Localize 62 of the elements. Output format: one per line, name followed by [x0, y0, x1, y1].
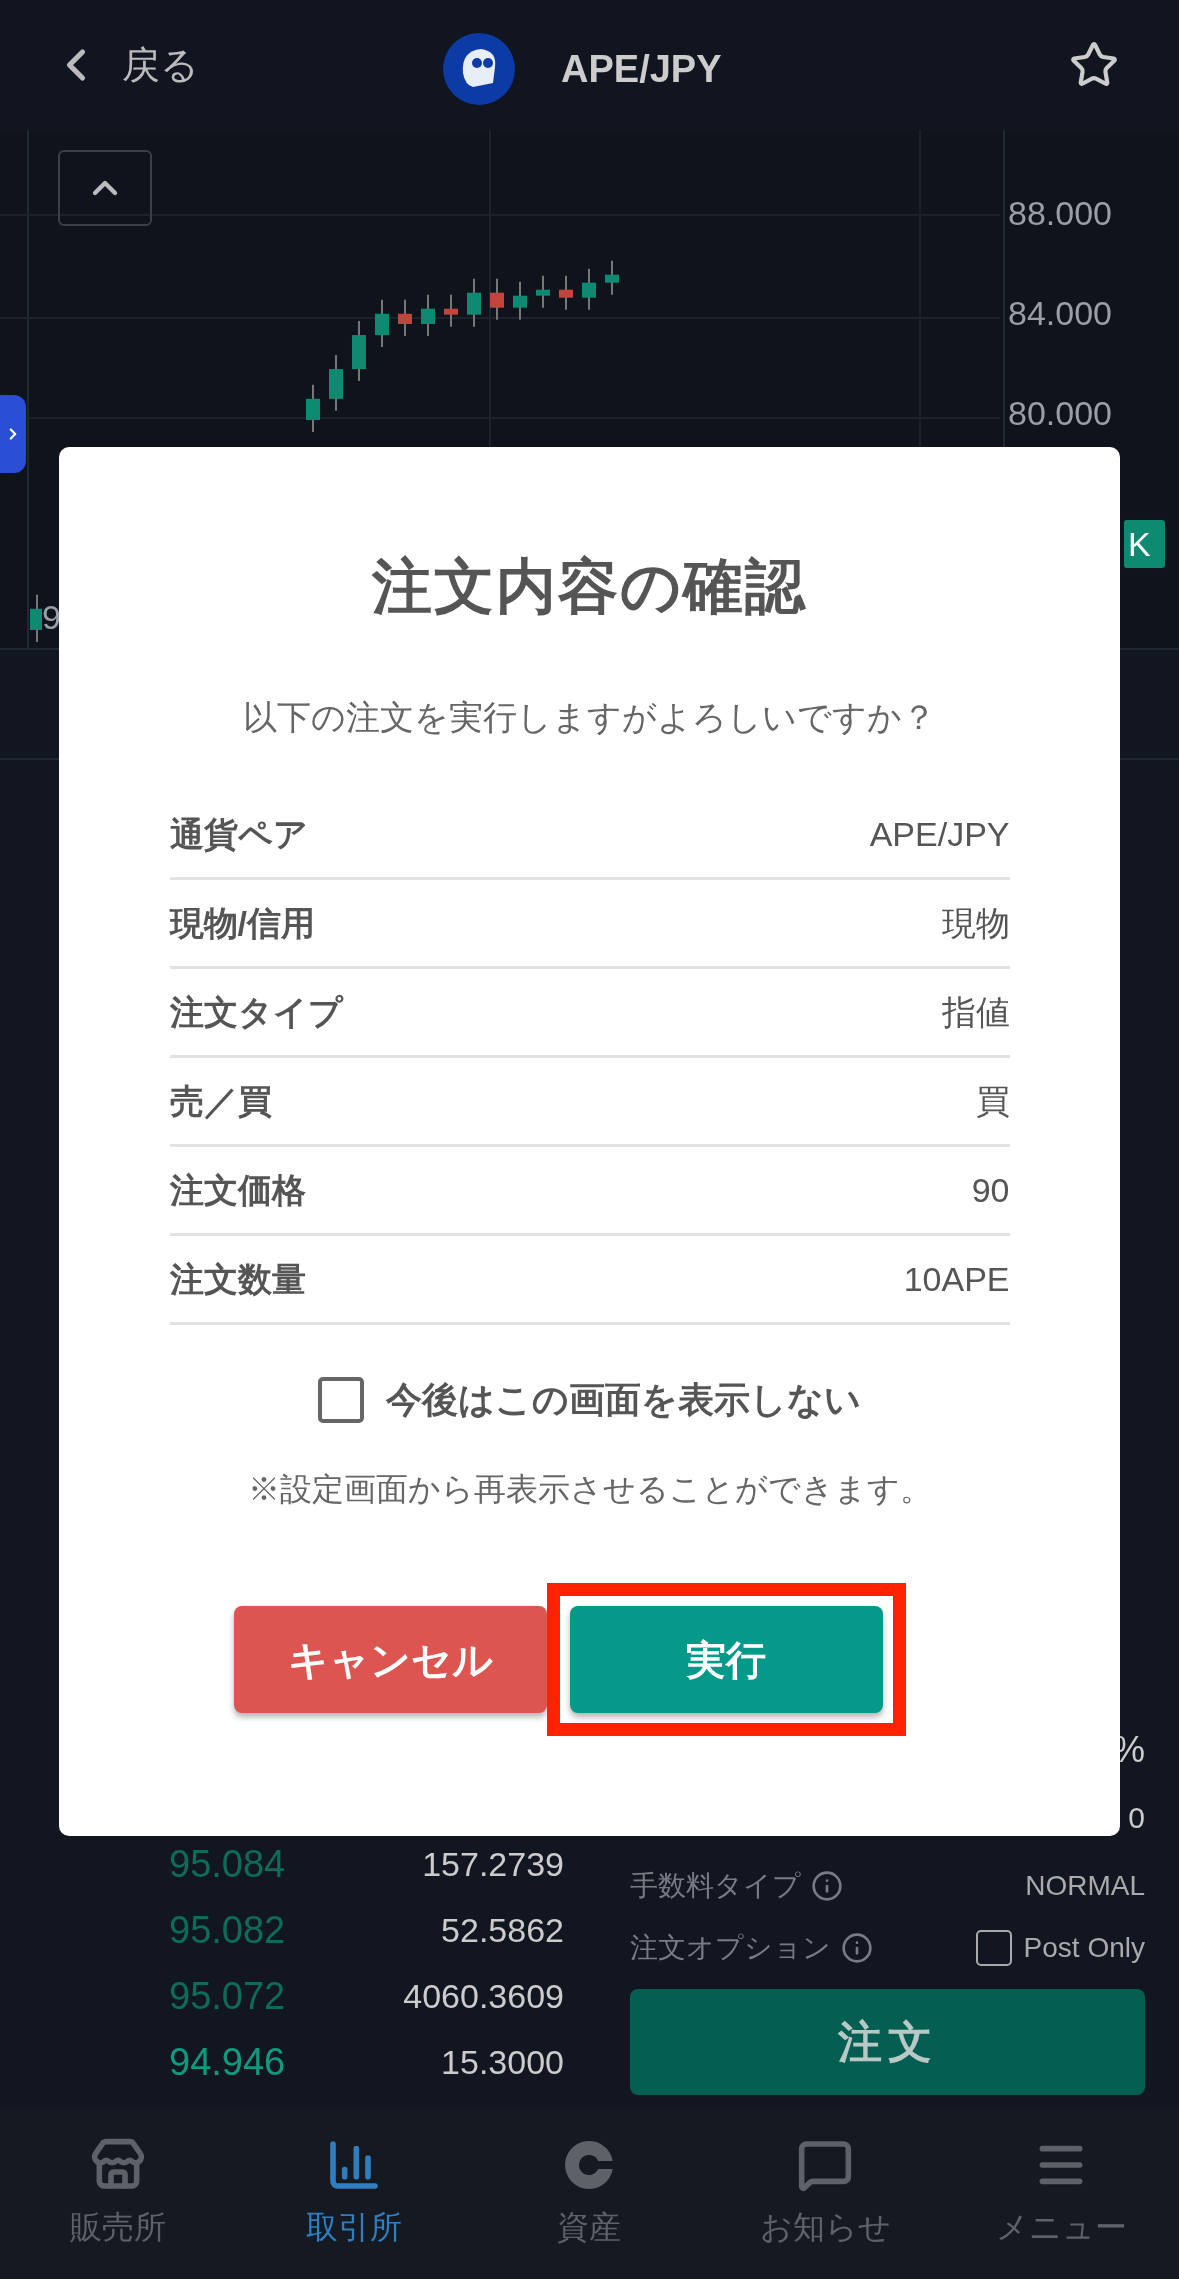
row-value: 10APE: [903, 1258, 1010, 1300]
fee-type-value: NORMAL: [1025, 1869, 1145, 1903]
row-value: 90: [971, 1169, 1010, 1211]
candle: [605, 259, 619, 296]
row-value: 買: [975, 1080, 1010, 1122]
row-label: 売／買: [169, 1080, 272, 1122]
row-label: 注文タイプ: [169, 991, 343, 1033]
bid-amount: 4060.3609: [403, 1975, 564, 2017]
info-icon[interactable]: [841, 1932, 873, 1964]
candle: [467, 277, 481, 328]
back-button[interactable]: 戻る: [50, 36, 199, 94]
candle: [582, 267, 596, 311]
fee-type-label: 手数料タイプ: [630, 1869, 801, 1903]
candle: [536, 274, 550, 309]
nav-tab[interactable]: メニュー: [943, 2137, 1179, 2251]
order-button[interactable]: 注文: [630, 1989, 1145, 2095]
bid-price: 94.946: [169, 2039, 286, 2085]
bid-amount: 52.5862: [441, 1909, 564, 1951]
order-option-label: 注文オプション: [630, 1931, 831, 1965]
bid-price: 95.072: [169, 1973, 286, 2019]
dont-show-checkbox[interactable]: 今後はこの画面を表示しない: [318, 1373, 861, 1427]
collapse-chart-button[interactable]: [58, 150, 152, 226]
dialog-note: ※設定画面から再表示させることができます。: [247, 1470, 932, 1509]
candle: [444, 293, 458, 328]
row-label: 現物/信用: [169, 902, 315, 944]
dialog-title: 注文内容の確認: [372, 552, 807, 622]
row-value: 指値: [941, 991, 1010, 1033]
candle: [513, 280, 527, 321]
candle: [490, 277, 504, 321]
volume-badge: K: [1124, 520, 1165, 568]
candle: [329, 354, 343, 412]
bid-amount: 15.3000: [441, 2041, 564, 2083]
row-label: 通貨ペア: [169, 813, 308, 855]
info-icon[interactable]: [811, 1870, 843, 1902]
axis-label: 88.000: [1008, 194, 1113, 232]
candle: [421, 293, 435, 337]
amount-value: 0: [1128, 1800, 1145, 1836]
logo-icon: [443, 33, 515, 105]
bid-price: 95.084: [169, 1841, 286, 1887]
row-value: APE/JPY: [869, 813, 1010, 855]
execute-button[interactable]: 実行: [569, 1606, 883, 1713]
nav-tab[interactable]: 販売所: [0, 2137, 236, 2251]
row-label: 注文数量: [169, 1258, 306, 1300]
cancel-button[interactable]: キャンセル: [233, 1606, 547, 1713]
pair-title: APE/JPY: [561, 46, 722, 92]
nav-tab[interactable]: 取引所: [235, 2137, 472, 2251]
nav-tab[interactable]: 資産: [471, 2137, 708, 2251]
candle: [559, 274, 573, 311]
nav-tab[interactable]: お知らせ: [707, 2137, 944, 2251]
candle: [306, 383, 320, 434]
bid-amount: 157.2739: [422, 1843, 564, 1885]
candle: [398, 298, 412, 337]
side-panel-handle[interactable]: [0, 395, 26, 473]
row-value: 現物: [941, 902, 1010, 944]
candle: [352, 320, 366, 383]
axis-label: 80.000: [1008, 394, 1113, 432]
bid-price: 95.082: [169, 1907, 286, 1953]
row-label: 注文価格: [169, 1169, 306, 1211]
dialog-message: 以下の注文を実行しますがよろしいですか？: [243, 697, 936, 738]
candle: [375, 298, 389, 349]
post-only-checkbox[interactable]: Post Only: [975, 1927, 1145, 1969]
axis-label: 84.000: [1008, 294, 1113, 332]
